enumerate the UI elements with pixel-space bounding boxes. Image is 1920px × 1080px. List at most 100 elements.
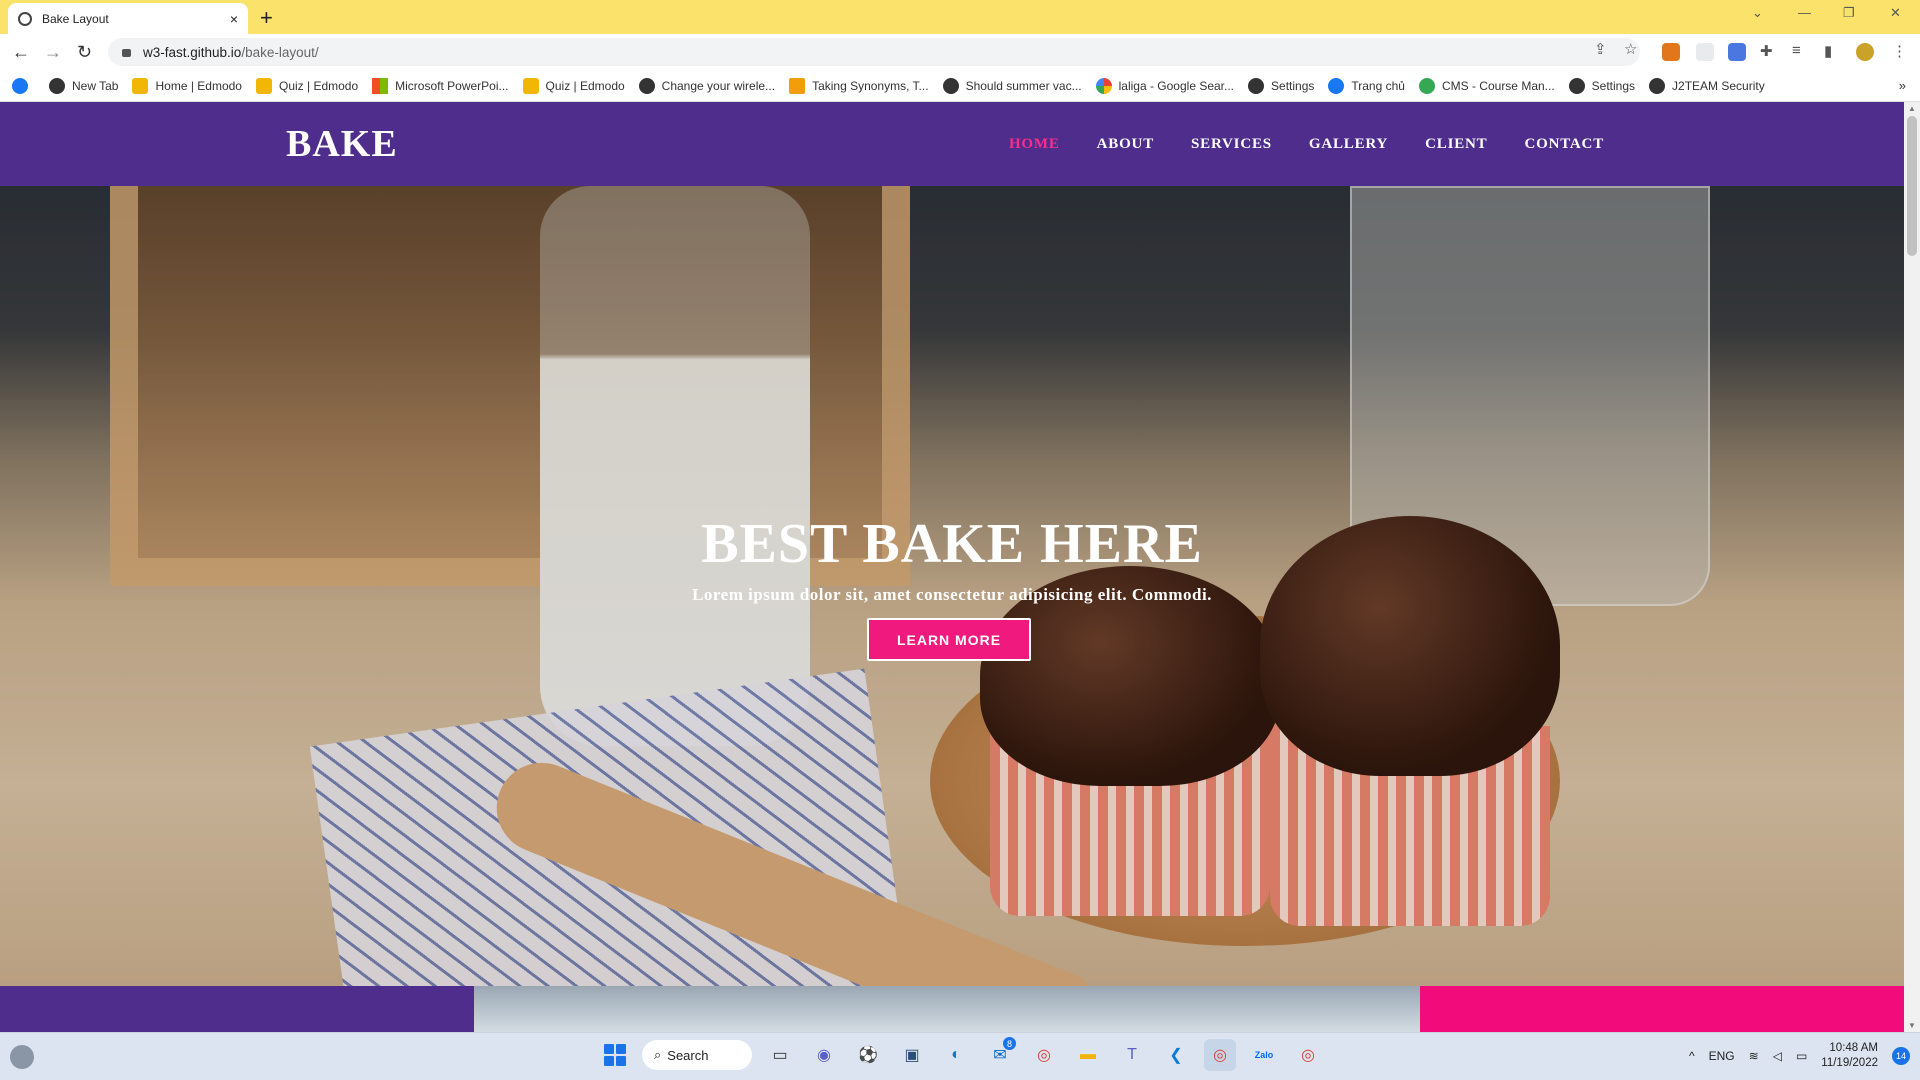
page-viewport: BAKE HOME ABOUT SERVICES GALLERY CLIENT … — [0, 102, 1904, 1032]
notification-badge[interactable]: 14 — [1892, 1047, 1910, 1065]
weather-widget-icon[interactable] — [10, 1045, 34, 1069]
gear-icon — [1248, 77, 1265, 94]
gear-icon — [1568, 77, 1585, 94]
bookmark-powerpoint[interactable]: Microsoft PowerPoi... — [372, 77, 509, 94]
new-tab-button[interactable]: + — [260, 5, 273, 31]
section-strip-right — [1420, 986, 1904, 1032]
volume-icon[interactable]: ◁ — [1773, 1049, 1782, 1063]
scroll-down-icon[interactable]: ▼ — [1908, 1021, 1916, 1030]
forward-icon[interactable]: → — [44, 42, 62, 63]
bookmark-laliga-search[interactable]: laliga - Google Sear... — [1095, 77, 1234, 94]
scrollbar-thumb[interactable] — [1907, 116, 1917, 256]
close-window-icon[interactable]: ✕ — [1890, 5, 1901, 21]
chrome-icon[interactable]: ◎ — [1204, 1039, 1236, 1071]
globe-icon — [638, 77, 655, 94]
bookmark-star-icon[interactable]: ☆ — [1624, 40, 1637, 58]
mail-icon[interactable]: ✉ 8 — [984, 1037, 1016, 1071]
folder-icon[interactable]: ▬ — [1072, 1039, 1104, 1071]
bookmark-home-edmodo[interactable]: Home | Edmodo — [132, 77, 242, 94]
system-tray: ^ ENG ≋ ◁ ▭ 10:48 AM 11/19/2022 14 — [1689, 1041, 1910, 1071]
nav-gallery[interactable]: GALLERY — [1309, 136, 1388, 153]
bookmark-settings-2[interactable]: Settings — [1568, 77, 1635, 94]
start-button[interactable] — [600, 1040, 630, 1070]
facebook-icon — [1328, 77, 1345, 94]
tab-title: Bake Layout — [42, 11, 109, 26]
edmodo-icon — [255, 77, 272, 94]
bookmark-change-wireless[interactable]: Change your wirele... — [638, 77, 775, 94]
side-panel-icon[interactable]: ▮ — [1824, 42, 1832, 60]
translate-icon[interactable] — [1728, 43, 1746, 61]
soccer-icon[interactable]: ⚽ — [852, 1039, 884, 1071]
bookmark-settings[interactable]: Settings — [1248, 77, 1314, 94]
menu-kebab-icon[interactable]: ⋮ — [1892, 42, 1907, 60]
nav-services[interactable]: SERVICES — [1191, 136, 1272, 153]
profile-avatar[interactable] — [1856, 43, 1874, 61]
minimize-icon[interactable]: — — [1798, 5, 1811, 20]
taskbar-apps: ⌕ Search ▭ ◉ ⚽ ▣ ◐ ✉ 8 ◎ ▬ T ❮ ◎ Zalo ◎ — [600, 1037, 1324, 1071]
nav-client[interactable]: CLIENT — [1425, 136, 1487, 153]
share-icon[interactable]: ⇪ — [1594, 40, 1607, 58]
browser-tab[interactable]: Bake Layout × — [8, 3, 248, 34]
chevron-up-icon[interactable]: ^ — [1689, 1049, 1695, 1063]
learn-more-button[interactable]: LEARN MORE — [867, 618, 1031, 661]
nav-home[interactable]: HOME — [1009, 136, 1060, 153]
codeblocks-icon[interactable]: ▣ — [896, 1039, 928, 1071]
bookmark-summer-vacation[interactable]: Should summer vac... — [942, 77, 1082, 94]
taskbar-search[interactable]: ⌕ Search — [642, 1040, 752, 1070]
page-scrollbar[interactable]: ▲ ▼ — [1904, 102, 1920, 1032]
hero-title: BEST BAKE HERE — [701, 513, 1203, 575]
tab-close-icon[interactable]: × — [230, 11, 238, 27]
restore-icon[interactable]: ❐ — [1843, 5, 1855, 21]
globe-icon — [942, 77, 959, 94]
facebook-icon — [12, 77, 28, 94]
edmodo-icon — [522, 77, 539, 94]
microsoft-icon — [372, 77, 389, 94]
address-bar[interactable]: w3-fast.github.io/bake-layout/ — [108, 38, 1640, 66]
hero-subtitle: Lorem ipsum dolor sit, amet consectetur … — [692, 585, 1212, 604]
battery-icon[interactable]: ▭ — [1796, 1049, 1807, 1063]
clock[interactable]: 10:48 AM 11/19/2022 — [1821, 1041, 1878, 1071]
teams-chat-icon[interactable]: ◉ — [808, 1039, 840, 1071]
zalo-icon[interactable]: Zalo — [1248, 1039, 1280, 1071]
browser-toolbar: ← → ↻ w3-fast.github.io/bake-layout/ ⇪ ☆… — [0, 34, 1920, 70]
scroll-up-icon[interactable]: ▲ — [1908, 104, 1916, 113]
tab-search-icon[interactable]: ⌄ — [1752, 5, 1763, 21]
nav-contact[interactable]: CONTACT — [1525, 136, 1605, 153]
teams-icon[interactable]: T — [1116, 1039, 1148, 1071]
metamask-icon[interactable] — [1662, 43, 1680, 61]
edge-icon[interactable]: ◐ — [940, 1039, 972, 1071]
bookmark-cms[interactable]: CMS - Course Man... — [1418, 77, 1555, 94]
language-indicator[interactable]: ENG — [1709, 1049, 1735, 1063]
bookmark-j2team[interactable]: J2TEAM Security — [1649, 77, 1765, 94]
globe-icon — [18, 11, 32, 26]
windows-taskbar: ⌕ Search ▭ ◉ ⚽ ▣ ◐ ✉ 8 ◎ ▬ T ❮ ◎ Zalo ◎ ^ … — [0, 1032, 1920, 1080]
thesaurus-icon — [789, 77, 806, 94]
bookmark-quiz-edmodo-2[interactable]: Quiz | Edmodo — [522, 77, 625, 94]
chrome-icon[interactable]: ◎ — [1292, 1039, 1324, 1071]
edmodo-icon — [132, 77, 149, 94]
bookmarks-overflow-icon[interactable]: » — [1899, 78, 1906, 93]
globe-icon — [49, 77, 65, 94]
clock-time: 10:48 AM — [1829, 1042, 1878, 1054]
puzzle-icon[interactable]: ✚ — [1760, 42, 1773, 60]
bookmark-quiz-edmodo[interactable]: Quiz | Edmodo — [255, 77, 358, 94]
wifi-icon[interactable]: ≋ — [1749, 1049, 1759, 1063]
vscode-icon[interactable]: ❮ — [1160, 1039, 1192, 1071]
browser-tabstrip: Bake Layout × + ⌄ — ❐ ✕ — [0, 0, 1920, 34]
chrome-icon[interactable]: ◎ — [1028, 1039, 1060, 1071]
bookmark-new-tab[interactable]: New Tab — [49, 77, 118, 94]
bookmark-trang-chu[interactable]: Trang chủ — [1328, 77, 1405, 94]
section-strip-left — [0, 986, 474, 1032]
extension-icon[interactable] — [1696, 43, 1714, 61]
bookmark-taking-synonyms[interactable]: Taking Synonyms, T... — [789, 77, 929, 94]
nav-about[interactable]: ABOUT — [1097, 136, 1154, 153]
bookmarks-bar: New Tab Home | Edmodo Quiz | Edmodo Micr… — [0, 70, 1920, 102]
file-explorer-icon[interactable]: ▭ — [764, 1039, 796, 1071]
mail-badge: 8 — [1003, 1037, 1016, 1050]
bookmark-facebook[interactable] — [12, 77, 35, 94]
reading-list-icon[interactable]: ≡ — [1792, 42, 1801, 59]
reload-icon[interactable]: ↻ — [77, 42, 92, 63]
site-header: BAKE HOME ABOUT SERVICES GALLERY CLIENT … — [0, 102, 1904, 186]
site-logo[interactable]: BAKE — [286, 122, 398, 166]
back-icon[interactable]: ← — [12, 42, 30, 63]
